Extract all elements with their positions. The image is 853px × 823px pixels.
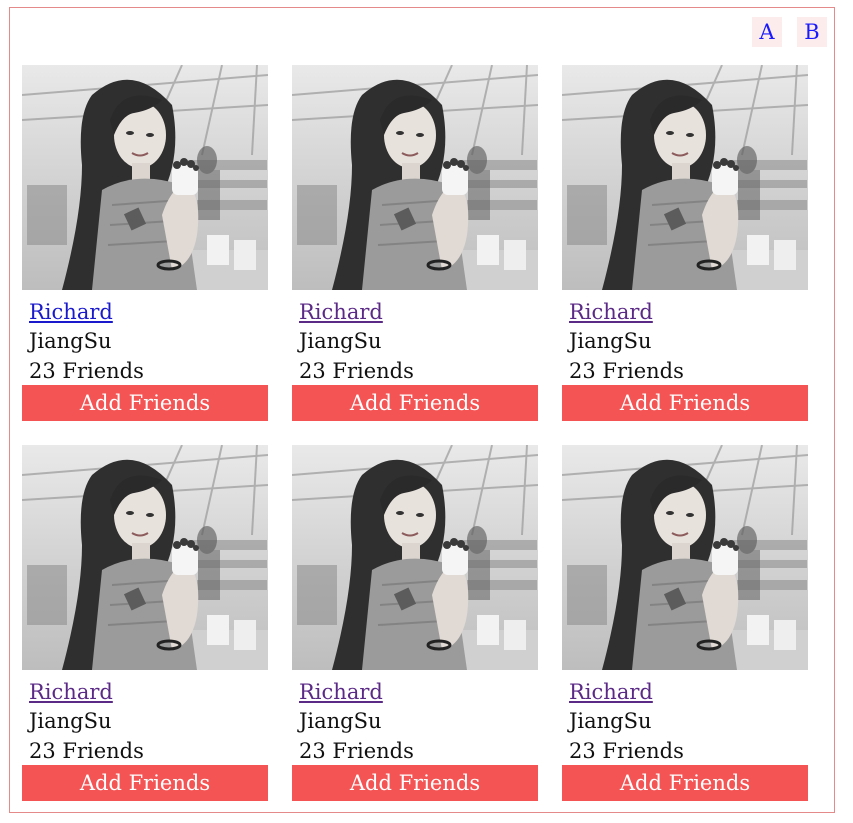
profile-photo	[292, 65, 538, 290]
friend-count: 23 Friends	[569, 739, 684, 763]
profile-photo	[22, 445, 268, 670]
friend-location: JiangSu	[29, 329, 112, 353]
friend-name-link[interactable]: Richard	[569, 297, 653, 327]
friend-location: JiangSu	[569, 329, 652, 353]
profile-photo	[562, 445, 808, 670]
friend-name-link[interactable]: Richard	[569, 677, 653, 707]
friends-panel: A B Richard JiangSu 23 Friends Add Frien…	[9, 7, 835, 813]
friend-card: Richard JiangSu 23 Friends Add Friends	[562, 445, 808, 801]
friend-card: Richard JiangSu 23 Friends Add Friends	[292, 445, 538, 801]
friend-count: 23 Friends	[29, 739, 144, 763]
toggle-b-button[interactable]: B	[797, 17, 827, 47]
friend-card: Richard JiangSu 23 Friends Add Friends	[22, 65, 268, 421]
toggle-a-button[interactable]: A	[752, 17, 782, 47]
friend-count: 23 Friends	[29, 359, 144, 383]
friend-location: JiangSu	[299, 709, 382, 733]
friend-count: 23 Friends	[299, 359, 414, 383]
add-friends-button[interactable]: Add Friends	[22, 765, 268, 801]
friend-card: Richard JiangSu 23 Friends Add Friends	[22, 445, 268, 801]
profile-photo	[292, 445, 538, 670]
profile-photo	[562, 65, 808, 290]
friend-name-link[interactable]: Richard	[29, 297, 113, 327]
friend-location: JiangSu	[569, 709, 652, 733]
profile-photo	[22, 65, 268, 290]
friend-name-link[interactable]: Richard	[29, 677, 113, 707]
friend-location: JiangSu	[299, 329, 382, 353]
add-friends-button[interactable]: Add Friends	[22, 385, 268, 421]
friend-count: 23 Friends	[299, 739, 414, 763]
friend-name-link[interactable]: Richard	[299, 677, 383, 707]
add-friends-button[interactable]: Add Friends	[292, 385, 538, 421]
friend-count: 23 Friends	[569, 359, 684, 383]
friend-card: Richard JiangSu 23 Friends Add Friends	[562, 65, 808, 421]
friend-card: Richard JiangSu 23 Friends Add Friends	[292, 65, 538, 421]
add-friends-button[interactable]: Add Friends	[562, 385, 808, 421]
friend-name-link[interactable]: Richard	[299, 297, 383, 327]
add-friends-button[interactable]: Add Friends	[562, 765, 808, 801]
add-friends-button[interactable]: Add Friends	[292, 765, 538, 801]
friend-location: JiangSu	[29, 709, 112, 733]
